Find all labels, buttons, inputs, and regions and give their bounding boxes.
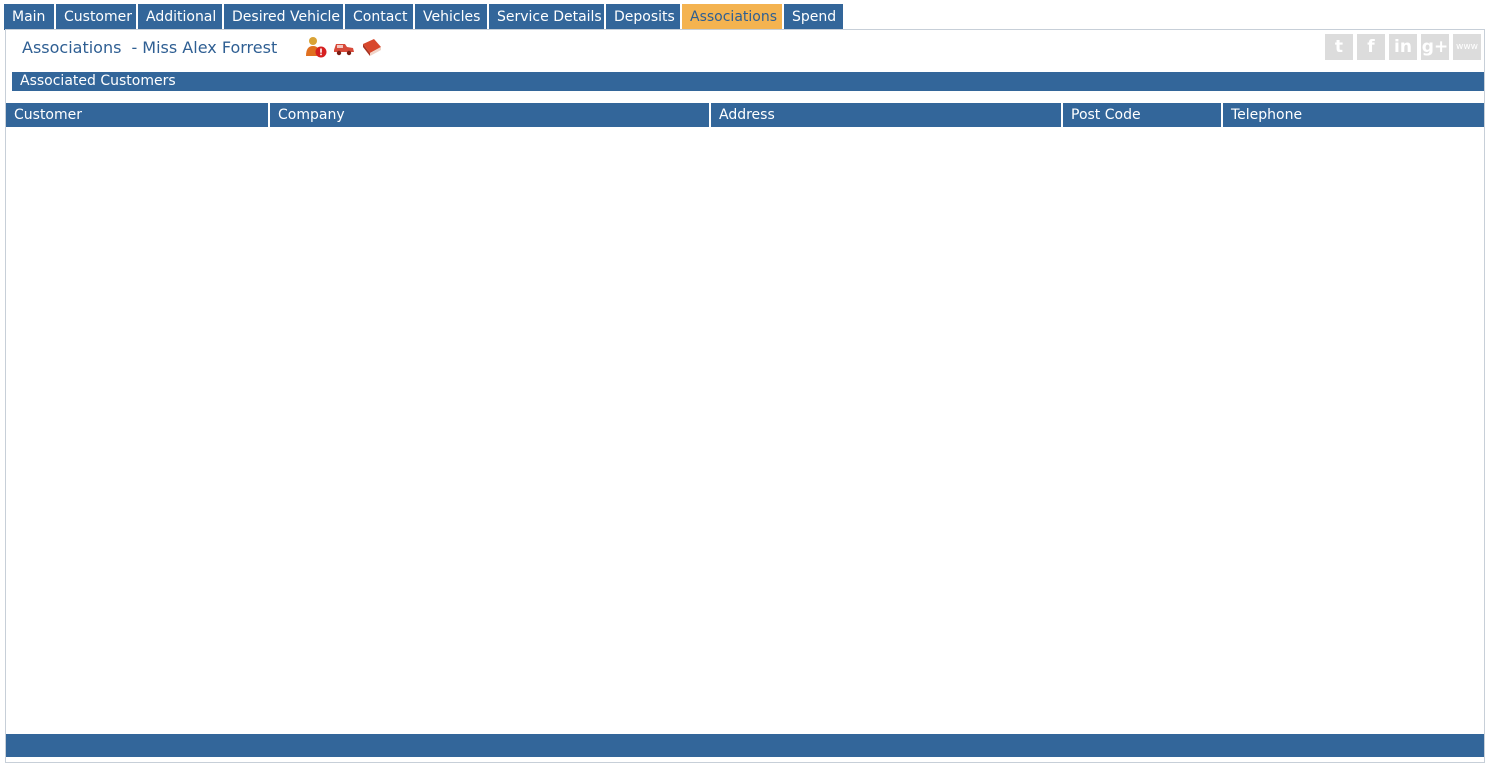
associations-panel: Associations - Miss Alex Forrest t f in g…	[5, 29, 1485, 763]
tab-additional[interactable]: Additional	[138, 4, 222, 30]
customer-alert-icon[interactable]	[304, 36, 328, 58]
tab-deposits[interactable]: Deposits	[606, 4, 680, 30]
book-icon[interactable]	[360, 36, 384, 58]
tab-desired-vehicle[interactable]: Desired Vehicle	[224, 4, 343, 30]
column-header-address[interactable]: Address	[711, 103, 1063, 127]
column-header-post-code[interactable]: Post Code	[1063, 103, 1223, 127]
tab-customer[interactable]: Customer	[56, 4, 136, 30]
customer-name: - Miss Alex Forrest	[131, 38, 278, 57]
column-header-customer[interactable]: Customer	[6, 103, 270, 127]
tab-service-details[interactable]: Service Details	[489, 4, 604, 30]
section-header: Associated Customers	[12, 72, 1484, 91]
social-links: t f in g+ www	[1325, 34, 1481, 60]
page-title: Associations - Miss Alex Forrest	[22, 38, 277, 57]
website-icon[interactable]: www	[1453, 34, 1481, 60]
tab-contact[interactable]: Contact	[345, 4, 413, 30]
tab-bar: Main Customer Additional Desired Vehicle…	[4, 4, 845, 30]
vehicle-icon[interactable]	[332, 36, 356, 58]
column-header-telephone[interactable]: Telephone	[1223, 103, 1484, 127]
tab-main[interactable]: Main	[4, 4, 54, 30]
tab-associations[interactable]: Associations	[682, 4, 782, 30]
page-title-label: Associations	[22, 38, 122, 57]
googleplus-icon[interactable]: g+	[1421, 34, 1449, 60]
associations-table-header: Customer Company Address Post Code Telep…	[6, 103, 1484, 127]
table-footer	[6, 734, 1484, 757]
facebook-icon[interactable]: f	[1357, 34, 1385, 60]
record-icons	[304, 36, 384, 58]
tab-spend[interactable]: Spend	[784, 4, 843, 30]
column-header-company[interactable]: Company	[270, 103, 711, 127]
tab-vehicles[interactable]: Vehicles	[415, 4, 487, 30]
twitter-icon[interactable]: t	[1325, 34, 1353, 60]
linkedin-icon[interactable]: in	[1389, 34, 1417, 60]
